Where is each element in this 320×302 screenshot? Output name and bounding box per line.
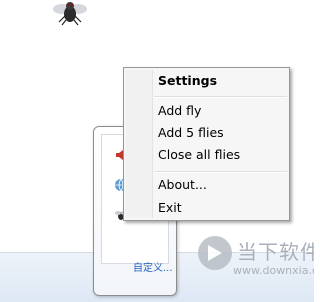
watermark-title: 当下软件园: [237, 240, 314, 264]
menu-icon-gutter: [126, 70, 153, 218]
customize-link[interactable]: 自定义...: [133, 259, 173, 274]
menu-separator: [154, 96, 287, 98]
menu-item-add-5-flies[interactable]: Add 5 flies: [158, 125, 224, 141]
menu-item-about[interactable]: About...: [158, 177, 207, 193]
menu-separator: [154, 171, 287, 173]
menu-item-add-fly[interactable]: Add fly: [158, 103, 201, 119]
watermark-url: www.downxia.com: [233, 264, 314, 277]
menu-item-close-all-flies[interactable]: Close all flies: [158, 147, 240, 163]
context-menu: Settings Add fly Add 5 flies Close all f…: [123, 67, 290, 221]
fly-icon[interactable]: [52, 0, 88, 26]
menu-item-settings[interactable]: Settings: [158, 73, 217, 89]
desktop: 自定义... Settings Add fly Add 5 flies Clos…: [0, 0, 314, 302]
menu-item-exit[interactable]: Exit: [158, 200, 182, 216]
play-logo-icon: [198, 236, 232, 270]
